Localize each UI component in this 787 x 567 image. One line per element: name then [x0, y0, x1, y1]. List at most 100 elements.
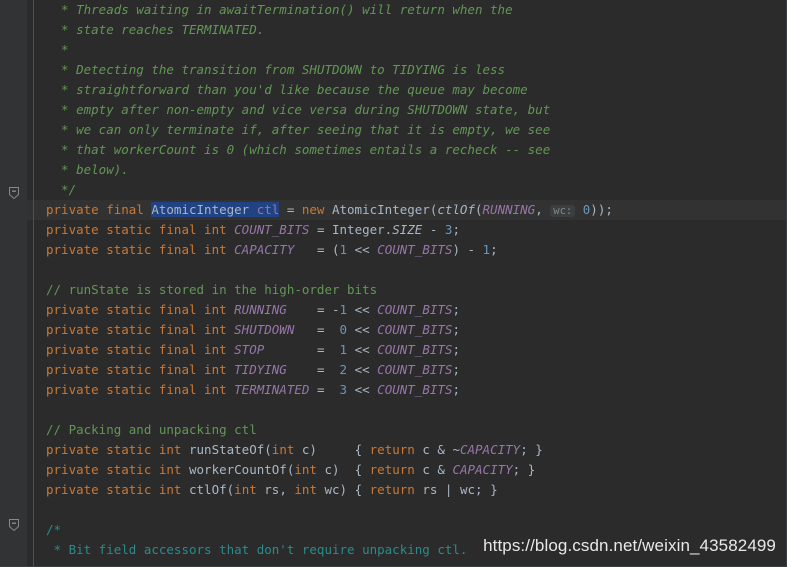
- code-line[interactable]: private static int workerCountOf(int c) …: [46, 460, 535, 480]
- code-token: private static final int: [46, 382, 235, 397]
- code-token: <<: [347, 302, 378, 317]
- watermark-url: https://blog.csdn.net/weixin_43582499: [483, 536, 776, 555]
- code-line[interactable]: * straightforward than you'd like becaus…: [46, 80, 528, 100]
- code-token: return: [369, 442, 423, 457]
- code-token: CAPACITY: [452, 462, 513, 477]
- code-line[interactable]: * that workerCount is 0 (which sometimes…: [46, 140, 550, 160]
- code-token: <<: [347, 242, 378, 257]
- code-token: ,: [535, 202, 551, 217]
- code-token: =: [294, 322, 340, 337]
- code-token: ;: [452, 382, 460, 397]
- code-token: ; }: [512, 462, 536, 477]
- code-token: * straightforward than you'd like becaus…: [46, 82, 528, 97]
- code-token: AtomicInteger(: [331, 202, 438, 217]
- code-token: = (: [294, 242, 340, 257]
- code-token: {: [316, 442, 370, 457]
- code-editor[interactable]: * Threads waiting in awaitTermination() …: [0, 0, 787, 567]
- code-token: wc) {: [324, 482, 370, 497]
- code-line[interactable]: * Threads waiting in awaitTermination() …: [46, 0, 513, 20]
- code-token: rs | wc; }: [422, 482, 498, 497]
- code-token: COUNT_BITS: [377, 382, 453, 397]
- code-line[interactable]: * state reaches TERMINATED.: [46, 20, 264, 40]
- code-token: (: [474, 202, 483, 217]
- code-token: runStateOf: [189, 442, 265, 457]
- code-token: <<: [347, 382, 378, 397]
- code-line[interactable]: private static int runStateOf(int c) { r…: [46, 440, 543, 460]
- code-token: RUNNING: [234, 302, 287, 317]
- code-line[interactable]: /*: [46, 520, 61, 540]
- code-token: AtomicInteger: [151, 202, 257, 217]
- code-content[interactable]: * Threads waiting in awaitTermination() …: [0, 0, 786, 566]
- code-token: * state reaches TERMINATED.: [46, 22, 265, 37]
- code-token: ;: [452, 222, 460, 237]
- code-token: ;: [452, 322, 460, 337]
- code-line[interactable]: * Bit field accessors that don't require…: [46, 540, 468, 560]
- code-line[interactable]: private static final int RUNNING = -1 <<…: [46, 300, 460, 320]
- code-line[interactable]: private static final int COUNT_BITS = In…: [46, 220, 460, 240]
- code-token: STOP: [234, 342, 265, 357]
- code-line[interactable]: * Detecting the transition from SHUTDOWN…: [46, 60, 505, 80]
- code-token: // runState is stored in the high-order …: [46, 282, 378, 297]
- code-token: ));: [590, 202, 613, 217]
- code-token: 1: [482, 242, 491, 257]
- code-line[interactable]: *: [46, 40, 69, 60]
- code-token: c &: [422, 462, 453, 477]
- code-token: COUNT_BITS: [377, 362, 453, 377]
- code-token: 0: [339, 322, 348, 337]
- code-token: private static int: [46, 442, 189, 457]
- code-line[interactable]: private static final int STOP = 1 << COU…: [46, 340, 460, 360]
- code-token: =: [279, 202, 302, 217]
- code-line[interactable]: // Packing and unpacking ctl: [46, 420, 257, 440]
- code-token: ctl: [256, 202, 280, 217]
- code-token: (: [264, 442, 272, 457]
- code-token: SHUTDOWN: [234, 322, 295, 337]
- code-token: rs,: [264, 482, 295, 497]
- code-token: c & ~: [422, 442, 460, 457]
- code-line[interactable]: * below).: [46, 160, 129, 180]
- code-token: private static final int: [46, 242, 235, 257]
- code-token: private static final int: [46, 302, 235, 317]
- code-token: * that workerCount is 0 (which sometimes…: [46, 142, 551, 157]
- code-token: 2: [339, 362, 348, 377]
- code-token: 1: [339, 242, 348, 257]
- code-token: int: [234, 482, 265, 497]
- code-token: ;: [452, 302, 460, 317]
- code-line[interactable]: private static final int TERMINATED = 3 …: [46, 380, 460, 400]
- code-token: *: [46, 42, 69, 57]
- code-token: * empty after non-empty and vice versa d…: [46, 102, 551, 117]
- code-token: COUNT_BITS: [377, 322, 453, 337]
- code-token: ctlOf: [437, 202, 475, 217]
- code-token: =: [286, 362, 340, 377]
- code-token: ctlOf: [189, 482, 227, 497]
- code-token: COUNT_BITS: [234, 222, 310, 237]
- code-token: private static final int: [46, 362, 235, 377]
- code-token: workerCountOf: [189, 462, 287, 477]
- code-token: c): [324, 462, 340, 477]
- code-token: private static final int: [46, 222, 235, 237]
- code-line[interactable]: * we can only terminate if, after seeing…: [46, 120, 550, 140]
- code-line[interactable]: private static final int SHUTDOWN = 0 <<…: [46, 320, 460, 340]
- code-token: TERMINATED: [234, 382, 310, 397]
- code-line[interactable]: */: [46, 180, 76, 200]
- code-line[interactable]: private static int ctlOf(int rs, int wc)…: [46, 480, 498, 500]
- code-line[interactable]: // runState is stored in the high-order …: [46, 280, 377, 300]
- code-line[interactable]: * empty after non-empty and vice versa d…: [46, 100, 550, 120]
- code-token: int: [294, 462, 325, 477]
- code-token: 1: [339, 302, 348, 317]
- code-token: ; }: [520, 442, 543, 457]
- code-token: private final: [46, 202, 152, 217]
- code-token: <<: [347, 322, 378, 337]
- code-token: =: [309, 222, 332, 237]
- code-token: int: [294, 482, 325, 497]
- code-token: COUNT_BITS: [377, 342, 453, 357]
- code-token: TIDYING: [234, 362, 287, 377]
- code-token: {: [339, 462, 370, 477]
- code-line[interactable]: private final AtomicInteger ctl = new At…: [46, 200, 613, 220]
- code-token: SIZE: [392, 222, 423, 237]
- code-line[interactable]: private static final int TIDYING = 2 << …: [46, 360, 460, 380]
- code-token: = -: [286, 302, 340, 317]
- code-token: */: [46, 182, 77, 197]
- code-token: new: [301, 202, 332, 217]
- code-line[interactable]: private static final int CAPACITY = (1 <…: [46, 240, 498, 260]
